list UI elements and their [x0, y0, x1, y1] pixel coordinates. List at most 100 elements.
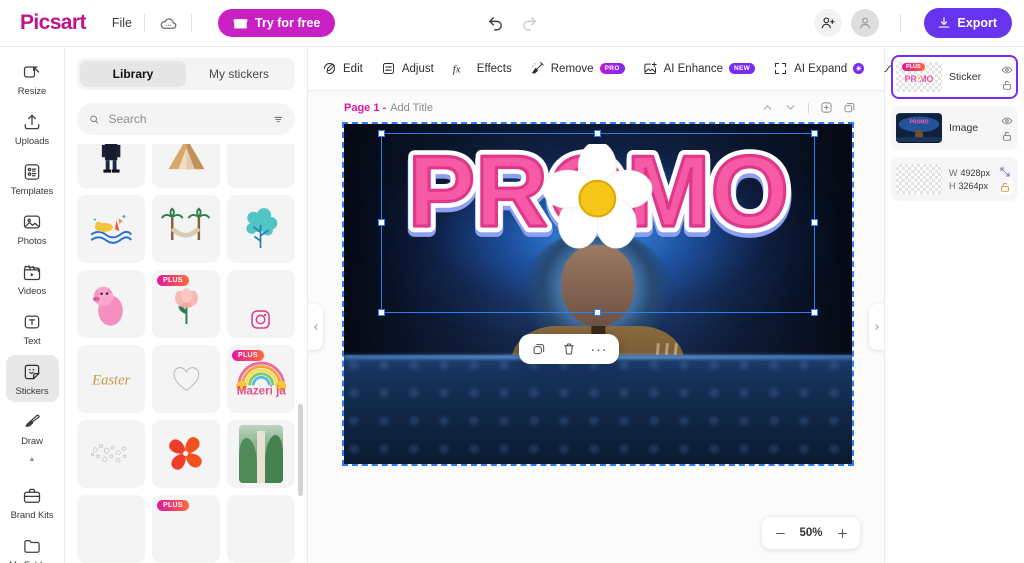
filter-icon [273, 116, 282, 122]
chevron-right-icon [875, 324, 879, 330]
sticker-cell-teal-tree[interactable] [227, 195, 295, 263]
sticker-cell-figure[interactable] [77, 144, 145, 188]
object-more-button[interactable]: ··· [587, 337, 611, 361]
rail-item-brand-kits[interactable]: Brand Kits [6, 479, 59, 526]
tab-my-stickers[interactable]: My stickers [186, 61, 292, 87]
page-number: Page 1 - [344, 101, 387, 114]
tool-label: Effects [476, 62, 512, 75]
user-avatar[interactable] [851, 9, 880, 37]
chevron-up-icon [763, 105, 772, 110]
add-page-icon [821, 102, 832, 113]
tool-adjust[interactable]: Adjust [381, 61, 434, 76]
layer-item-image[interactable]: PROMO Image [891, 106, 1018, 150]
sticker-cell-blank-b[interactable]: PLUS [152, 495, 220, 563]
rail-item-uploads[interactable]: Uploads [6, 105, 59, 152]
eye-icon [1001, 117, 1013, 124]
sticker-cell-beach[interactable] [77, 195, 145, 263]
sticker-cell-red-flower[interactable] [152, 420, 220, 488]
layer-thumbnail: PROMO [896, 113, 942, 143]
sticker-cell-heart[interactable] [152, 345, 220, 413]
sticker-cell-blank-a[interactable] [77, 495, 145, 563]
tool-ai-enhance[interactable]: AI Enhance NEW [643, 61, 756, 76]
instagram-sticker [251, 310, 271, 329]
tool-edit[interactable]: Edit [322, 61, 363, 76]
delete-object-button[interactable] [557, 337, 581, 361]
width-value: 4928px [960, 167, 991, 178]
plus-icon [837, 528, 847, 538]
trash-icon [564, 343, 574, 355]
mini-image-art: PROMO [896, 114, 942, 143]
collapse-right-panel-button[interactable] [869, 304, 884, 350]
plus-badge: PLUS [157, 500, 189, 511]
panel-scrollbar[interactable] [298, 144, 303, 563]
chevron-left-icon [313, 324, 317, 330]
invite-collaborator-icon[interactable] [814, 9, 843, 37]
layer-thumbnail [896, 164, 942, 194]
rail-item-videos[interactable]: Videos [6, 255, 59, 302]
sticker-cell-tent[interactable] [152, 144, 220, 188]
picsart-logo[interactable]: Picsart [20, 11, 86, 35]
cloud-save-icon[interactable] [157, 12, 179, 34]
sticker-cell-instagram[interactable] [227, 270, 295, 338]
search-input[interactable] [108, 112, 264, 126]
sticker-cell-hammock[interactable] [152, 195, 220, 263]
rail-item-photos[interactable]: Photos [6, 205, 59, 252]
rail-item-text[interactable]: Text [6, 305, 59, 352]
sticker-cell-rainbow[interactable]: PLUS Mazeri ja [227, 345, 295, 413]
artboard[interactable]: PROMO PROMO PROMO [342, 122, 854, 466]
divider: | [807, 101, 810, 114]
dotted-swirl-sticker [91, 444, 128, 463]
layer-actions [1001, 64, 1013, 91]
collapse-left-panel-button[interactable] [308, 304, 323, 350]
hammock-palms-sticker [161, 208, 211, 241]
rail-label: Templates [10, 186, 54, 197]
sticker-cell-blank-c[interactable] [227, 495, 295, 563]
rainbow-text-sticker: Mazeri ja [235, 361, 286, 397]
sticker-cell-pig[interactable] [77, 270, 145, 338]
sticker-icon [24, 364, 40, 380]
left-rail: Resize Uploads Templates Photos Videos T… [0, 47, 65, 563]
try-for-free-button[interactable]: Try for free [218, 9, 336, 37]
briefcase-icon [23, 488, 41, 503]
zoom-in-button[interactable] [830, 521, 854, 545]
zoom-out-button[interactable] [768, 521, 792, 545]
rail-item-draw[interactable]: Draw [6, 405, 59, 452]
rail-label: Photos [17, 236, 47, 247]
sticker-cell-garden-path[interactable] [227, 420, 295, 488]
rail-item-resize[interactable]: Resize [6, 55, 59, 102]
duplicate-page-icon [844, 102, 855, 113]
tool-label: Edit [343, 62, 363, 75]
rail-item-my-folders[interactable]: My Folders [6, 529, 59, 563]
page-title-input[interactable]: Add Title [390, 102, 433, 114]
unlock-icon [1003, 80, 1011, 90]
divider [900, 14, 902, 32]
redo-button[interactable] [515, 9, 543, 37]
rail-collapse-caret[interactable]: ▲ [29, 456, 36, 463]
sticker-cell-tulip[interactable]: PLUS [152, 270, 220, 338]
sticker-cell-easter[interactable]: Easter [77, 345, 145, 413]
rail-item-stickers[interactable]: Stickers [5, 355, 59, 402]
tool-remove[interactable]: Remove PRO [530, 61, 625, 76]
search-icon [90, 115, 99, 123]
file-menu[interactable]: File [112, 16, 132, 30]
text-icon [24, 315, 40, 329]
selection-handle [594, 308, 602, 316]
tool-ai-expand[interactable]: AI Expand ☀ [773, 61, 865, 76]
layer-item-sticker[interactable]: PLUS PR MO Sticker [891, 55, 1018, 99]
rail-item-templates[interactable]: Templates [6, 155, 59, 202]
layer-item-background[interactable]: W 4928px H 3264px [891, 157, 1018, 201]
canvas-stage[interactable]: Page 1 - Add Title | ··· 50% [308, 91, 884, 563]
adjust-icon [382, 63, 394, 74]
duplicate-object-button[interactable] [527, 337, 551, 361]
svg-text:fx: fx [453, 64, 461, 75]
sticker-cell-blank[interactable] [227, 144, 295, 188]
undo-button[interactable] [481, 9, 509, 37]
tab-library[interactable]: Library [80, 61, 186, 87]
garden-path-thumb [238, 425, 284, 483]
templates-icon [24, 164, 40, 180]
easter-script-sticker: Easter [91, 372, 130, 388]
sticker-cell-dotted-swirl[interactable] [77, 420, 145, 488]
tool-effects[interactable]: fx Effects [452, 61, 512, 76]
canvas-width: W 4928px [949, 168, 990, 178]
export-button[interactable]: Export [924, 8, 1012, 38]
